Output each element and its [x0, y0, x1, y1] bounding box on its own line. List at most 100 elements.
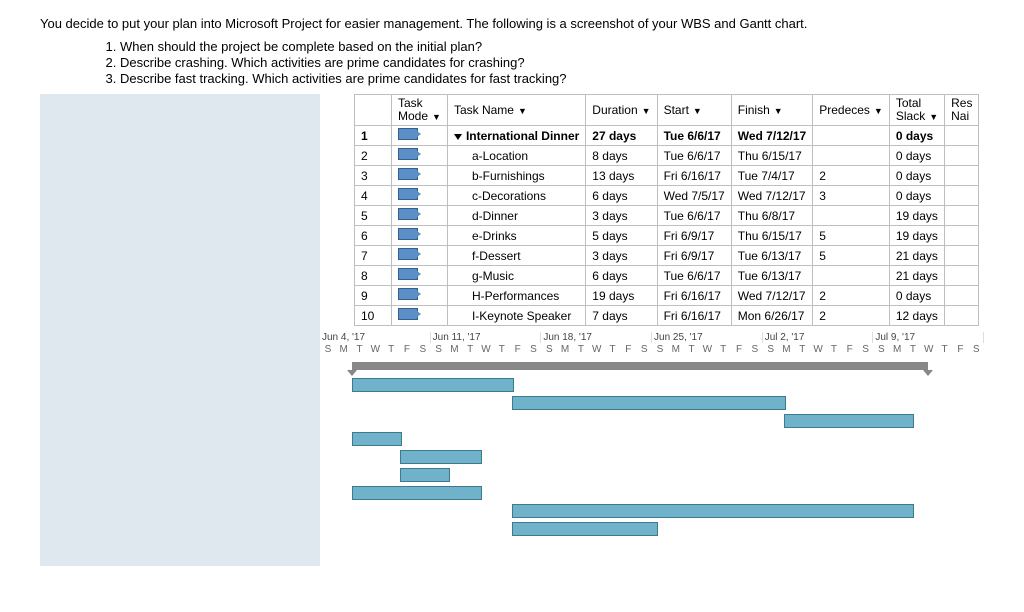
task-mode-cell[interactable] — [392, 146, 448, 166]
duration-cell[interactable]: 6 days — [586, 266, 657, 286]
task-bar[interactable] — [784, 414, 914, 428]
finish-cell[interactable]: Tue 6/13/17 — [731, 266, 812, 286]
start-cell[interactable]: Tue 6/6/17 — [657, 206, 731, 226]
task-mode-cell[interactable] — [392, 246, 448, 266]
finish-cell[interactable]: Wed 7/12/17 — [731, 126, 812, 146]
resource-cell[interactable] — [945, 146, 979, 166]
duration-cell[interactable]: 27 days — [586, 126, 657, 146]
table-row[interactable]: 9H-Performances19 daysFri 6/16/17Wed 7/1… — [355, 286, 979, 306]
start-cell[interactable]: Fri 6/16/17 — [657, 286, 731, 306]
slack-cell[interactable]: 19 days — [889, 226, 944, 246]
chevron-down-icon[interactable]: ▼ — [642, 106, 651, 116]
summary-bar[interactable] — [352, 362, 928, 370]
task-mode-cell[interactable] — [392, 286, 448, 306]
chevron-down-icon[interactable]: ▼ — [774, 106, 783, 116]
chevron-down-icon[interactable]: ▼ — [929, 112, 938, 122]
task-bar[interactable] — [352, 486, 482, 500]
duration-cell[interactable]: 13 days — [586, 166, 657, 186]
duration-cell[interactable]: 5 days — [586, 226, 657, 246]
finish-cell[interactable]: Thu 6/15/17 — [731, 226, 812, 246]
task-name-cell[interactable]: d-Dinner — [447, 206, 585, 226]
resource-cell[interactable] — [945, 246, 979, 266]
task-mode-cell[interactable] — [392, 206, 448, 226]
start-cell[interactable]: Tue 6/6/17 — [657, 126, 731, 146]
resource-cell[interactable] — [945, 306, 979, 326]
start-cell[interactable]: Fri 6/16/17 — [657, 306, 731, 326]
task-mode-cell[interactable] — [392, 226, 448, 246]
slack-cell[interactable]: 12 days — [889, 306, 944, 326]
finish-cell[interactable]: Wed 7/12/17 — [731, 286, 812, 306]
slack-cell[interactable]: 0 days — [889, 166, 944, 186]
predecessors-cell[interactable] — [813, 126, 890, 146]
task-bar[interactable] — [512, 504, 914, 518]
chevron-down-icon[interactable]: ▼ — [518, 106, 527, 116]
finish-cell[interactable]: Thu 6/15/17 — [731, 146, 812, 166]
col-total-slack[interactable]: Total Slack ▼ — [889, 95, 944, 126]
slack-cell[interactable]: 21 days — [889, 266, 944, 286]
row-number[interactable]: 7 — [355, 246, 392, 266]
start-cell[interactable]: Fri 6/16/17 — [657, 166, 731, 186]
task-mode-cell[interactable] — [392, 126, 448, 146]
slack-cell[interactable]: 0 days — [889, 146, 944, 166]
start-cell[interactable]: Wed 7/5/17 — [657, 186, 731, 206]
row-number[interactable]: 2 — [355, 146, 392, 166]
slack-cell[interactable]: 21 days — [889, 246, 944, 266]
task-bar[interactable] — [512, 396, 786, 410]
collapse-icon[interactable] — [454, 134, 462, 140]
predecessors-cell[interactable] — [813, 266, 890, 286]
predecessors-cell[interactable]: 3 — [813, 186, 890, 206]
finish-cell[interactable]: Mon 6/26/17 — [731, 306, 812, 326]
row-number[interactable]: 5 — [355, 206, 392, 226]
resource-cell[interactable] — [945, 266, 979, 286]
slack-cell[interactable]: 0 days — [889, 126, 944, 146]
task-name-cell[interactable]: g-Music — [447, 266, 585, 286]
duration-cell[interactable]: 6 days — [586, 186, 657, 206]
finish-cell[interactable]: Wed 7/12/17 — [731, 186, 812, 206]
finish-cell[interactable]: Thu 6/8/17 — [731, 206, 812, 226]
resource-cell[interactable] — [945, 226, 979, 246]
chevron-down-icon[interactable]: ▼ — [874, 106, 883, 116]
duration-cell[interactable]: 3 days — [586, 246, 657, 266]
duration-cell[interactable]: 3 days — [586, 206, 657, 226]
chevron-down-icon[interactable]: ▼ — [693, 106, 702, 116]
predecessors-cell[interactable] — [813, 146, 890, 166]
task-name-cell[interactable]: International Dinner — [447, 126, 585, 146]
duration-cell[interactable]: 8 days — [586, 146, 657, 166]
predecessors-cell[interactable]: 2 — [813, 166, 890, 186]
duration-cell[interactable]: 7 days — [586, 306, 657, 326]
predecessors-cell[interactable] — [813, 206, 890, 226]
task-name-cell[interactable]: b-Furnishings — [447, 166, 585, 186]
table-row[interactable]: 2a-Location8 daysTue 6/6/17Thu 6/15/170 … — [355, 146, 979, 166]
predecessors-cell[interactable]: 2 — [813, 286, 890, 306]
start-cell[interactable]: Fri 6/9/17 — [657, 246, 731, 266]
col-task-name[interactable]: Task Name▼ — [447, 95, 585, 126]
task-name-cell[interactable]: e-Drinks — [447, 226, 585, 246]
row-number[interactable]: 9 — [355, 286, 392, 306]
task-bar[interactable] — [352, 432, 402, 446]
finish-cell[interactable]: Tue 6/13/17 — [731, 246, 812, 266]
task-mode-cell[interactable] — [392, 266, 448, 286]
task-name-cell[interactable]: a-Location — [447, 146, 585, 166]
slack-cell[interactable]: 0 days — [889, 186, 944, 206]
col-resource-names[interactable]: Res Nai — [945, 95, 979, 126]
col-task-mode[interactable]: Task Mode ▼ — [392, 95, 448, 126]
task-bar[interactable] — [400, 468, 450, 482]
predecessors-cell[interactable]: 5 — [813, 246, 890, 266]
table-row[interactable]: 10I-Keynote Speaker7 daysFri 6/16/17Mon … — [355, 306, 979, 326]
row-number[interactable]: 3 — [355, 166, 392, 186]
predecessors-cell[interactable]: 2 — [813, 306, 890, 326]
finish-cell[interactable]: Tue 7/4/17 — [731, 166, 812, 186]
row-number[interactable]: 6 — [355, 226, 392, 246]
resource-cell[interactable] — [945, 166, 979, 186]
resource-cell[interactable] — [945, 126, 979, 146]
table-row[interactable]: 4c-Decorations6 daysWed 7/5/17Wed 7/12/1… — [355, 186, 979, 206]
task-mode-cell[interactable] — [392, 186, 448, 206]
resource-cell[interactable] — [945, 186, 979, 206]
task-bar[interactable] — [400, 450, 482, 464]
resource-cell[interactable] — [945, 286, 979, 306]
col-predecessors[interactable]: Predeces▼ — [813, 95, 890, 126]
row-number[interactable]: 4 — [355, 186, 392, 206]
table-row[interactable]: 8g-Music6 daysTue 6/6/17Tue 6/13/1721 da… — [355, 266, 979, 286]
table-row[interactable]: 7f-Dessert3 daysFri 6/9/17Tue 6/13/17521… — [355, 246, 979, 266]
task-name-cell[interactable]: H-Performances — [447, 286, 585, 306]
